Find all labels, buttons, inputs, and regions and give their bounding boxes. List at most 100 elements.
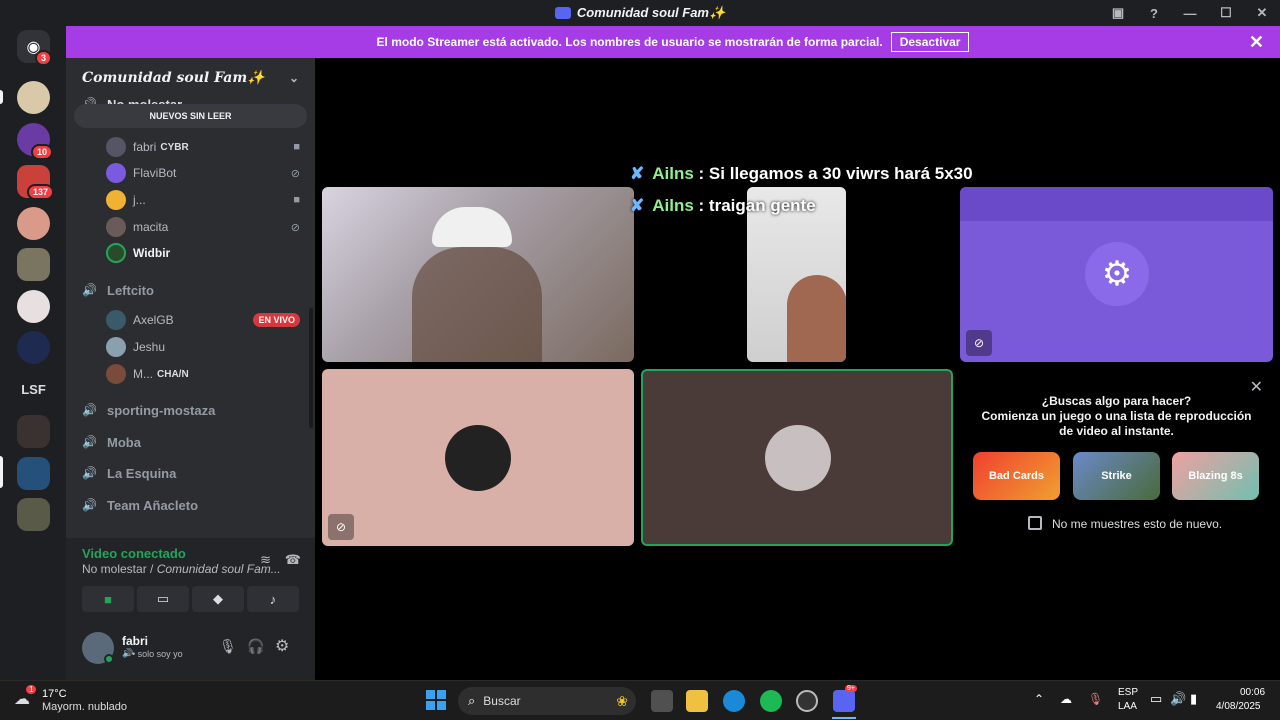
video-tile[interactable]: ⊘ — [322, 369, 634, 546]
voice-user[interactable]: fabri CYBR ■ — [106, 135, 300, 159]
close-icon[interactable]: ✕ — [1249, 32, 1264, 53]
user-name: fabri — [122, 634, 149, 648]
video-off-icon[interactable]: ⊘ — [966, 330, 992, 356]
channel-label: Team Añacleto — [107, 497, 199, 513]
spotify-icon[interactable] — [760, 690, 782, 712]
activity-tile[interactable]: ⚙ ⊘ — [960, 187, 1273, 362]
weather-temp[interactable]: 17°C — [42, 688, 67, 700]
game-card-blazing-8s[interactable]: Blazing 8s — [1172, 452, 1259, 500]
guild-badge-10: 10 — [31, 144, 54, 160]
user-name: macita — [133, 220, 169, 234]
microphone-icon[interactable]: 🎙 — [219, 638, 237, 655]
voice-user[interactable]: FlaviBot ⊘ — [106, 161, 300, 185]
video-off-icon: ⊘ — [290, 167, 300, 180]
file-explorer-icon[interactable] — [686, 690, 708, 712]
voice-user[interactable]: Widbir — [106, 241, 300, 265]
user-name: FlaviBot — [133, 166, 177, 180]
clock-time[interactable]: 00:06 — [1240, 687, 1265, 698]
close-window-button[interactable]: ✕ — [1244, 5, 1280, 21]
channel-team-anacleto[interactable]: 🔊 Team Añacleto — [82, 491, 198, 519]
disconnect-icon[interactable]: ☎ — [285, 552, 301, 568]
windows-start-icon[interactable] — [426, 690, 446, 710]
sunflower-icon: ❀ — [616, 692, 628, 709]
task-view-icon[interactable] — [651, 690, 673, 712]
guild-icon-9[interactable] — [17, 415, 50, 448]
channel-label: sporting-mostaza — [107, 402, 216, 418]
dont-show-again-checkbox[interactable] — [1028, 516, 1042, 530]
avatar — [106, 337, 126, 357]
game-card-bad-cards[interactable]: Bad Cards — [973, 452, 1060, 500]
guild-icon-lsf[interactable]: LSF — [17, 373, 50, 406]
voice-user[interactable]: macita ⊘ — [106, 215, 300, 239]
voice-location[interactable]: No molestar / Comunidad soul Fam... — [82, 562, 281, 576]
voice-location-prefix: No molestar / — [82, 562, 154, 576]
channel-la-esquina[interactable]: 🔊 La Esquina — [82, 459, 176, 487]
screen-share-button[interactable]: ▭ — [137, 586, 189, 612]
game-card-strike[interactable]: Strike — [1073, 452, 1160, 500]
speaker-icon: 🔊 — [82, 283, 97, 297]
app-icon[interactable] — [796, 690, 818, 712]
activity-suggestion-panel: ✕ ¿Buscas algo para hacer? Comienza un j… — [960, 369, 1273, 546]
guild-icon-11[interactable] — [17, 498, 50, 531]
avatar — [106, 163, 126, 183]
weather-desc[interactable]: Mayorm. nublado — [42, 701, 127, 713]
edge-browser-icon[interactable] — [723, 690, 745, 712]
help-icon[interactable]: ? — [1136, 6, 1172, 21]
discord-taskbar-icon[interactable] — [833, 690, 855, 712]
network-icon[interactable]: ▭ — [1150, 691, 1162, 707]
channel-moba[interactable]: 🔊 Moba — [82, 428, 141, 456]
tile-header — [960, 187, 1273, 221]
minimize-button[interactable]: — — [1172, 6, 1208, 21]
voice-user[interactable]: j... ■ — [106, 188, 300, 212]
language-top[interactable]: ESP — [1118, 687, 1138, 698]
sidebar-scrollbar[interactable] — [309, 308, 313, 428]
avatar — [106, 217, 126, 237]
inbox-icon[interactable]: ▣ — [1100, 5, 1136, 21]
guild-icon-5[interactable] — [17, 248, 50, 281]
user-tag: CHA/N — [157, 368, 189, 380]
user-name: M... — [133, 367, 153, 381]
deactivate-button[interactable]: Desactivar — [890, 32, 970, 52]
chevron-up-icon[interactable]: ⌃ — [1034, 692, 1044, 706]
guild-icon-4[interactable] — [17, 207, 50, 240]
voice-status: Video conectado — [82, 546, 186, 561]
video-tile[interactable] — [322, 187, 634, 362]
chat-author: Ailns — [652, 164, 694, 183]
camera-button[interactable]: ■ — [82, 586, 134, 612]
guild-badge-137: 137 — [27, 184, 55, 200]
mic-muted-icon: ⊘ — [328, 514, 354, 540]
window-title: Comunidad soul Fam✨ — [576, 5, 726, 20]
taskbar-search[interactable]: ⌕ Buscar ❀ — [458, 687, 636, 715]
guild-icon-6[interactable] — [17, 290, 50, 323]
video-tile-speaking[interactable] — [641, 369, 953, 546]
channel-sporting-mostaza[interactable]: 🔊 sporting-mostaza — [82, 396, 215, 424]
speaker-icon: 🔊 — [82, 403, 97, 417]
soundboard-button[interactable]: ♪ — [247, 586, 299, 612]
activity-button[interactable]: ◆ — [192, 586, 244, 612]
stream-chat-line: ✘ Ailns : Si llegamos a 30 viwrs hará 5x3… — [630, 164, 973, 184]
new-unread-pill[interactable]: NUEVOS SIN LEER — [74, 104, 307, 128]
voice-user[interactable]: Jeshu — [106, 335, 300, 359]
guild-icon-10[interactable] — [17, 457, 50, 490]
chat-text: : Si llegamos a 30 viwrs hará 5x30 — [698, 164, 973, 183]
volume-icon[interactable]: 🔊 — [1170, 691, 1186, 707]
microphone-icon[interactable]: 🎙 — [1088, 692, 1103, 706]
discord-app-icon — [554, 7, 571, 19]
pin-icon: ✘ — [630, 164, 645, 183]
voice-user[interactable]: M... CHA/N — [106, 362, 300, 386]
gear-icon[interactable]: ⚙ — [275, 636, 289, 656]
language-bottom[interactable]: LAA — [1118, 701, 1137, 712]
channel-leftcito[interactable]: 🔊 Leftcito — [82, 276, 154, 304]
maximize-button[interactable]: ☐ — [1208, 5, 1244, 21]
streamer-banner-text: El modo Streamer está activado. Los nomb… — [376, 35, 883, 49]
battery-icon[interactable]: ▮ — [1190, 691, 1197, 707]
chevron-down-icon[interactable]: ⌄ — [289, 71, 299, 85]
clock-date[interactable]: 4/08/2025 — [1216, 701, 1261, 712]
noise-suppression-icon[interactable]: ≋ — [260, 552, 271, 568]
voice-user[interactable]: AxelGB EN VIVO — [106, 308, 300, 332]
headphones-icon[interactable]: 🎧 — [247, 638, 264, 655]
guild-icon-7[interactable] — [17, 331, 50, 364]
cloud-icon[interactable]: ☁ — [1060, 692, 1072, 706]
chat-text: : traigan gente — [698, 196, 816, 215]
guild-icon-soul-fam[interactable] — [17, 81, 50, 114]
